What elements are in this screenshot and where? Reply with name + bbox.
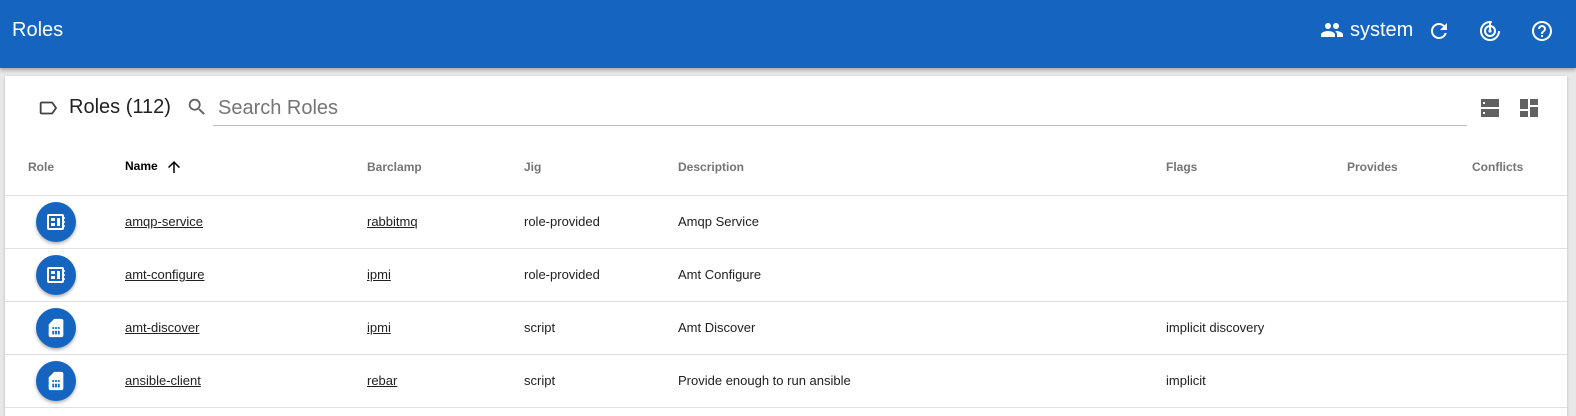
list-view-icon <box>1481 99 1499 117</box>
help-icon <box>1532 21 1552 41</box>
jig-cell: role-provided <box>524 248 678 302</box>
provides-cell <box>1347 195 1472 249</box>
description-cell: Amt Configure <box>678 248 1166 302</box>
sim-card-icon <box>48 371 64 390</box>
refresh-icon <box>1431 23 1447 39</box>
search-input[interactable] <box>213 92 1467 126</box>
provides-cell <box>1347 248 1472 302</box>
chip-icon <box>47 213 65 230</box>
page-title: Roles (112) <box>69 96 171 118</box>
role-name-link[interactable]: amqp-service <box>125 214 203 229</box>
col-barclamp[interactable]: Barclamp <box>367 140 524 196</box>
role-avatar <box>36 201 76 242</box>
col-name[interactable]: Name <box>125 140 367 196</box>
conflicts-cell <box>1472 248 1567 302</box>
list-view-button[interactable] <box>1478 96 1502 120</box>
people-icon <box>1321 23 1343 37</box>
flags-cell <box>1166 195 1347 249</box>
barclamp-link[interactable]: ipmi <box>367 320 391 335</box>
table-row[interactable]: amt-discover ipmi script Amt Discover im… <box>5 301 1567 355</box>
role-avatar <box>36 360 76 401</box>
role-name-link[interactable]: ansible-client <box>125 373 201 388</box>
roles-card: Roles (112) Role Name Barclamp Jig Descr… <box>5 76 1567 416</box>
conflicts-cell <box>1472 301 1567 355</box>
provides-cell <box>1347 301 1472 355</box>
radar-icon <box>1480 21 1500 41</box>
search-icon <box>188 98 205 115</box>
arrow-up-icon <box>168 161 181 174</box>
flags-cell <box>1166 248 1347 302</box>
description-cell: Amt Discover <box>678 301 1166 355</box>
conflicts-cell <box>1472 354 1567 408</box>
col-flags[interactable]: Flags <box>1166 140 1347 196</box>
role-avatar <box>36 254 76 295</box>
label-icon <box>39 101 58 115</box>
sim-card-icon <box>48 318 64 337</box>
chip-icon <box>47 266 65 283</box>
dashboard-view-button[interactable] <box>1517 96 1541 120</box>
col-provides[interactable]: Provides <box>1347 140 1472 196</box>
dashboard-icon <box>1520 99 1538 117</box>
description-cell: Amqp Service <box>678 195 1166 249</box>
table-row[interactable]: amt-configure ipmi role-provided Amt Con… <box>5 248 1567 302</box>
app-bar: Roles system <box>0 0 1576 68</box>
help-button[interactable] <box>1530 19 1554 43</box>
table-header-row: Role Name Barclamp Jig Description Flags… <box>5 140 1567 196</box>
role-avatar <box>36 307 76 348</box>
col-description[interactable]: Description <box>678 140 1166 196</box>
conflicts-cell <box>1472 195 1567 249</box>
description-cell: Provide enough to run ansible <box>678 354 1166 408</box>
flags-cell: implicit discovery <box>1166 301 1347 355</box>
refresh-button[interactable] <box>1427 19 1451 43</box>
roles-table: Role Name Barclamp Jig Description Flags… <box>5 140 1567 408</box>
barclamp-link[interactable]: rebar <box>367 373 397 388</box>
col-role: Role <box>5 140 125 196</box>
table-row[interactable]: ansible-client rebar script Provide enou… <box>5 354 1567 408</box>
radar-button[interactable] <box>1478 19 1502 43</box>
user-name: system <box>1350 18 1414 41</box>
roles-toolbar: Roles (112) <box>5 76 1567 140</box>
jig-cell: role-provided <box>524 195 678 249</box>
app-title: Roles <box>12 19 64 41</box>
col-name-label: Name <box>125 159 158 174</box>
role-name-link[interactable]: amt-discover <box>125 320 199 335</box>
col-conflicts[interactable]: Conflicts <box>1472 140 1567 196</box>
flags-cell: implicit <box>1166 354 1347 408</box>
col-jig[interactable]: Jig <box>524 140 678 196</box>
barclamp-link[interactable]: ipmi <box>367 267 391 282</box>
jig-cell: script <box>524 301 678 355</box>
provides-cell <box>1347 354 1472 408</box>
jig-cell: script <box>524 354 678 408</box>
user-menu[interactable]: system <box>1320 18 1413 42</box>
table-row[interactable]: amqp-service rabbitmq role-provided Amqp… <box>5 195 1567 249</box>
role-name-link[interactable]: amt-configure <box>125 267 204 282</box>
barclamp-link[interactable]: rabbitmq <box>367 214 418 229</box>
